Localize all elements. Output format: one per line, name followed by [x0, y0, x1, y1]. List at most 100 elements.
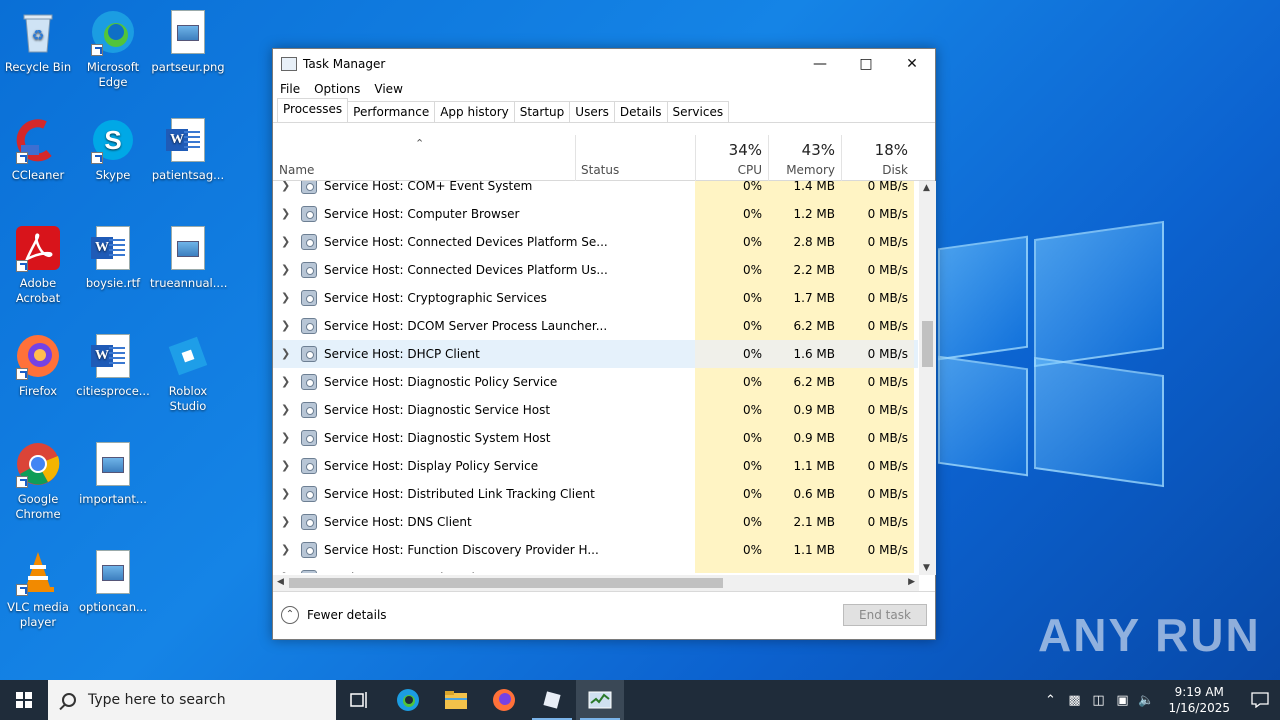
- tab-users[interactable]: Users: [569, 101, 615, 122]
- roblox-studio-icon[interactable]: [528, 680, 576, 720]
- edge-icon[interactable]: [384, 680, 432, 720]
- start-button[interactable]: [0, 680, 48, 720]
- roblox-studio-icon: [164, 332, 212, 380]
- vertical-scrollbar[interactable]: ▲ ▼: [919, 181, 936, 575]
- clock[interactable]: 9:19 AM 1/16/2025: [1168, 684, 1230, 716]
- column-memory[interactable]: 43% Memory: [768, 135, 841, 181]
- shortcut-arrow-icon: [91, 152, 103, 164]
- desktop-icon[interactable]: Wpatientsag...: [150, 116, 226, 183]
- desktop-icon[interactable]: CCleaner: [0, 116, 76, 183]
- table-row[interactable]: ❯ Service Host: Connected Devices Platfor…: [273, 228, 918, 256]
- disk-percent: 18%: [874, 141, 908, 159]
- chevron-right-icon[interactable]: ❯: [281, 403, 290, 416]
- desktop-icon[interactable]: important...: [75, 440, 151, 507]
- menu-file[interactable]: File: [279, 79, 307, 99]
- menu-view[interactable]: View: [373, 79, 409, 99]
- tab-performance[interactable]: Performance: [347, 101, 436, 122]
- chevron-right-icon[interactable]: ❯: [281, 319, 290, 332]
- table-row[interactable]: ❯ Service Host: Diagnostic Policy Service…: [273, 368, 918, 396]
- tab-details[interactable]: Details: [613, 101, 668, 122]
- taskbar-search[interactable]: Type here to search: [48, 680, 336, 720]
- volume-icon[interactable]: 🔈: [1134, 693, 1158, 708]
- scroll-left-icon[interactable]: ◀: [277, 577, 284, 587]
- desktop-icon[interactable]: ♻ Recycle Bin: [0, 8, 76, 75]
- tab-processes[interactable]: Processes: [277, 98, 349, 122]
- desktop-icon[interactable]: partseur.png: [150, 8, 226, 75]
- firefox-icon[interactable]: [480, 680, 528, 720]
- horizontal-scrollbar[interactable]: ◀ ▶: [273, 575, 919, 591]
- sort-up-icon: ⌃: [415, 137, 425, 150]
- column-cpu[interactable]: 34% CPU: [695, 135, 768, 181]
- scroll-down-icon[interactable]: ▼: [923, 563, 930, 573]
- minimize-button[interactable]: —: [797, 49, 843, 79]
- table-row[interactable]: ❯ Service Host: Cryptographic Services 0% 1…: [273, 284, 918, 312]
- desktop-icon-label: VLC media player: [7, 600, 69, 629]
- chevron-up-icon[interactable]: ⌃: [1038, 693, 1062, 708]
- tab-startup[interactable]: Startup: [513, 101, 571, 122]
- network-icon[interactable]: ▣: [1110, 693, 1134, 708]
- process-name: Service Host: DCOM Server Process Launch…: [324, 319, 608, 333]
- table-row[interactable]: ❯ Service Host: DHCP Client 0% 1.6 MB 0 MB/s: [273, 340, 918, 368]
- table-row[interactable]: ❯ Service Host: Function Discovery Resour…: [273, 564, 918, 573]
- horizontal-scroll-thumb[interactable]: [289, 578, 723, 588]
- desktop-icon[interactable]: optioncan...: [75, 548, 151, 615]
- column-status[interactable]: Status: [575, 135, 695, 181]
- desktop-icon[interactable]: Wboysie.rtf: [75, 224, 151, 291]
- chevron-right-icon[interactable]: ❯: [281, 347, 290, 360]
- close-button[interactable]: ✕: [889, 49, 935, 79]
- table-row[interactable]: ❯ Service Host: Connected Devices Platfor…: [273, 256, 918, 284]
- chevron-right-icon[interactable]: ❯: [281, 459, 290, 472]
- desktop-icon-label: trueannual....: [150, 276, 228, 290]
- title-bar[interactable]: Task Manager — □ ✕: [273, 49, 935, 79]
- task-view-icon[interactable]: [336, 680, 384, 720]
- table-row[interactable]: ❯ Service Host: Distributed Link Tracking…: [273, 480, 918, 508]
- tab-services[interactable]: Services: [666, 101, 730, 122]
- desktop-icon[interactable]: Wcitiesproce...: [75, 332, 151, 399]
- table-row[interactable]: ❯ Service Host: Function Discovery Provid…: [273, 536, 918, 564]
- scroll-up-icon[interactable]: ▲: [923, 183, 930, 193]
- desktop-icon[interactable]: Roblox Studio: [150, 332, 226, 414]
- chevron-right-icon[interactable]: ❯: [281, 543, 290, 556]
- chevron-right-icon[interactable]: ❯: [281, 431, 290, 444]
- vertical-scroll-thumb[interactable]: [922, 321, 933, 367]
- table-row[interactable]: ❯ Service Host: DNS Client 0% 2.1 MB 0 MB/s: [273, 508, 918, 536]
- chevron-right-icon[interactable]: ❯: [281, 263, 290, 276]
- menu-options[interactable]: Options: [313, 79, 367, 99]
- task-manager-icon[interactable]: [576, 680, 624, 720]
- table-row[interactable]: ❯ Service Host: Diagnostic Service Host 0%…: [273, 396, 918, 424]
- chevron-right-icon[interactable]: ❯: [281, 515, 290, 528]
- chevron-right-icon[interactable]: ❯: [281, 291, 290, 304]
- end-task-button[interactable]: End task: [843, 604, 927, 626]
- keyboard-icon[interactable]: ▩: [1062, 693, 1086, 708]
- chevron-right-icon[interactable]: ❯: [281, 375, 290, 388]
- fewer-details-button[interactable]: ⌃ Fewer details: [281, 606, 387, 624]
- notification-icon[interactable]: [1240, 680, 1280, 720]
- desktop-icon[interactable]: Google Chrome: [0, 440, 76, 522]
- usb-icon[interactable]: ◫: [1086, 693, 1110, 708]
- chevron-right-icon[interactable]: ❯: [281, 181, 290, 192]
- table-row[interactable]: ❯ Service Host: Display Policy Service 0% 1…: [273, 452, 918, 480]
- desktop-icon[interactable]: Firefox: [0, 332, 76, 399]
- desktop-icon[interactable]: S Skype: [75, 116, 151, 183]
- shortcut-arrow-icon: [16, 368, 28, 380]
- file-explorer-icon[interactable]: [432, 680, 480, 720]
- scroll-right-icon[interactable]: ▶: [908, 577, 915, 587]
- tab-app-history[interactable]: App history: [434, 101, 515, 122]
- desktop-icon[interactable]: VLC media player: [0, 548, 76, 630]
- table-row[interactable]: ❯ Service Host: COM+ Event System 0% 1.4 MB…: [273, 181, 918, 200]
- desktop-icon[interactable]: Microsoft Edge: [75, 8, 151, 90]
- desktop-icon[interactable]: trueannual....: [150, 224, 228, 291]
- table-row[interactable]: ❯ Service Host: Computer Browser 0% 1.2 MB 0…: [273, 200, 918, 228]
- table-row[interactable]: ❯ Service Host: Diagnostic System Host 0% 0…: [273, 424, 918, 452]
- chevron-right-icon[interactable]: ❯: [281, 235, 290, 248]
- table-row[interactable]: ❯ Service Host: DCOM Server Process Launc…: [273, 312, 918, 340]
- maximize-button[interactable]: □: [843, 49, 889, 79]
- chevron-right-icon[interactable]: ❯: [281, 571, 290, 573]
- process-disk: 0 MB/s: [841, 368, 914, 396]
- chevron-right-icon[interactable]: ❯: [281, 207, 290, 220]
- column-disk[interactable]: 18% Disk: [841, 135, 914, 181]
- svg-text:S: S: [104, 125, 121, 155]
- column-name[interactable]: ⌃ Name: [273, 135, 575, 181]
- chevron-right-icon[interactable]: ❯: [281, 487, 290, 500]
- desktop-icon[interactable]: Adobe Acrobat: [0, 224, 76, 306]
